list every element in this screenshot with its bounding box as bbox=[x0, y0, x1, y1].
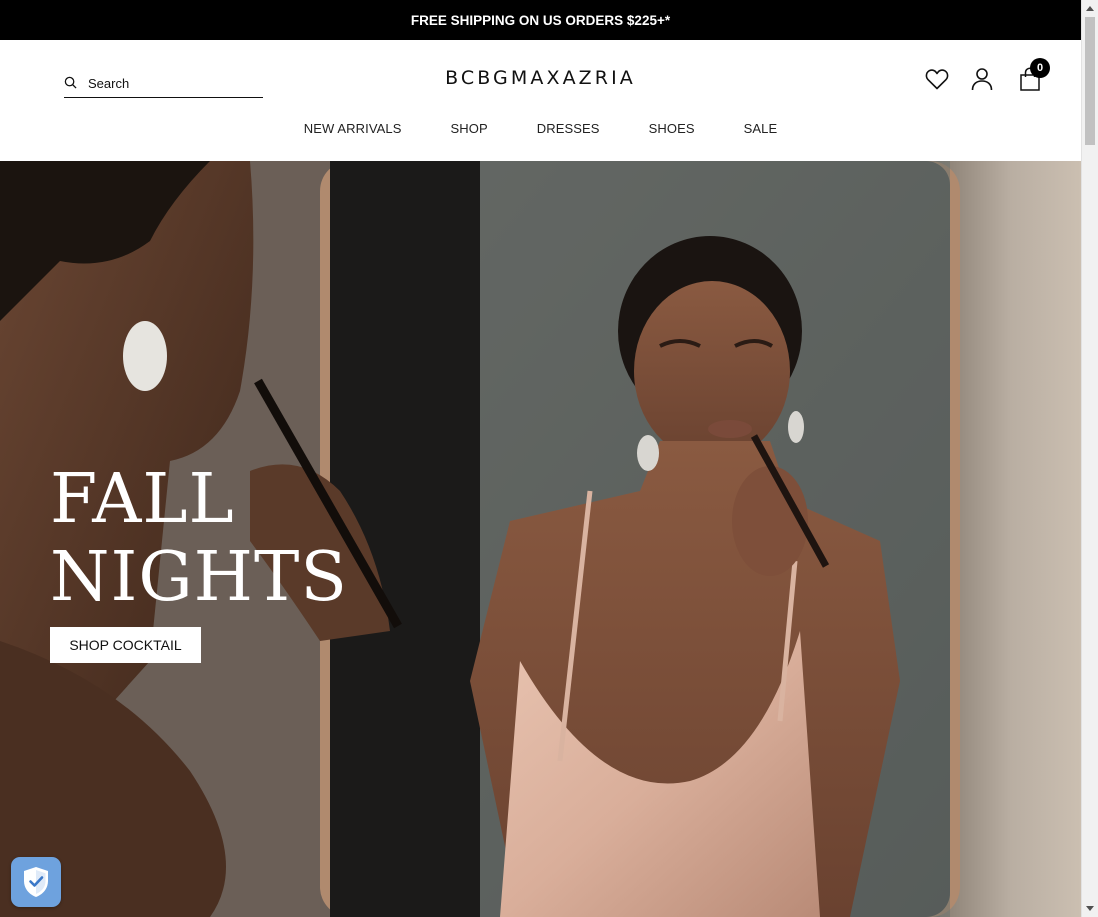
nav-item-shoes[interactable]: SHOES bbox=[649, 121, 695, 136]
scroll-up-arrow-icon[interactable] bbox=[1086, 6, 1094, 11]
cart-count-badge: 0 bbox=[1030, 58, 1050, 78]
heart-icon[interactable] bbox=[924, 66, 950, 92]
main-nav: NEW ARRIVALS SHOP DRESSES SHOES SALE bbox=[0, 121, 1081, 136]
search-icon bbox=[64, 76, 78, 90]
scroll-down-arrow-icon[interactable] bbox=[1086, 906, 1094, 911]
shopping-bag-icon[interactable]: 0 bbox=[1017, 58, 1050, 92]
user-icon[interactable] bbox=[969, 66, 995, 92]
site-header: BCBGMAXAZRIA 0 NEW ARRIVALS SHOP DRESSES… bbox=[0, 40, 1081, 162]
nav-item-sale[interactable]: SALE bbox=[744, 121, 778, 136]
shield-check-icon[interactable] bbox=[11, 857, 61, 907]
page-scrollbar[interactable] bbox=[1081, 0, 1098, 917]
search-field[interactable] bbox=[64, 69, 263, 98]
brand-logo[interactable]: BCBGMAXAZRIA bbox=[440, 67, 641, 89]
hero-banner: FALL NIGHTS SHOP COCKTAIL bbox=[0, 161, 1081, 917]
nav-item-new-arrivals[interactable]: NEW ARRIVALS bbox=[304, 121, 402, 136]
header-actions: 0 bbox=[924, 58, 1050, 92]
hero-title-line-1: FALL bbox=[50, 460, 235, 539]
nav-item-shop[interactable]: SHOP bbox=[451, 121, 488, 136]
page: FREE SHIPPING ON US ORDERS $225+* BCBGMA… bbox=[0, 0, 1081, 917]
scrollbar-thumb[interactable] bbox=[1085, 17, 1095, 145]
announcement-bar: FREE SHIPPING ON US ORDERS $225+* bbox=[0, 0, 1081, 40]
nav-item-dresses[interactable]: DRESSES bbox=[537, 121, 600, 136]
shop-cocktail-button[interactable]: SHOP COCKTAIL bbox=[50, 627, 201, 663]
hero-title-line-2: NIGHTS bbox=[50, 538, 348, 617]
search-input[interactable] bbox=[88, 75, 248, 91]
hero-title: FALL NIGHTS bbox=[50, 461, 348, 617]
announcement-text: FREE SHIPPING ON US ORDERS $225+* bbox=[410, 12, 671, 28]
